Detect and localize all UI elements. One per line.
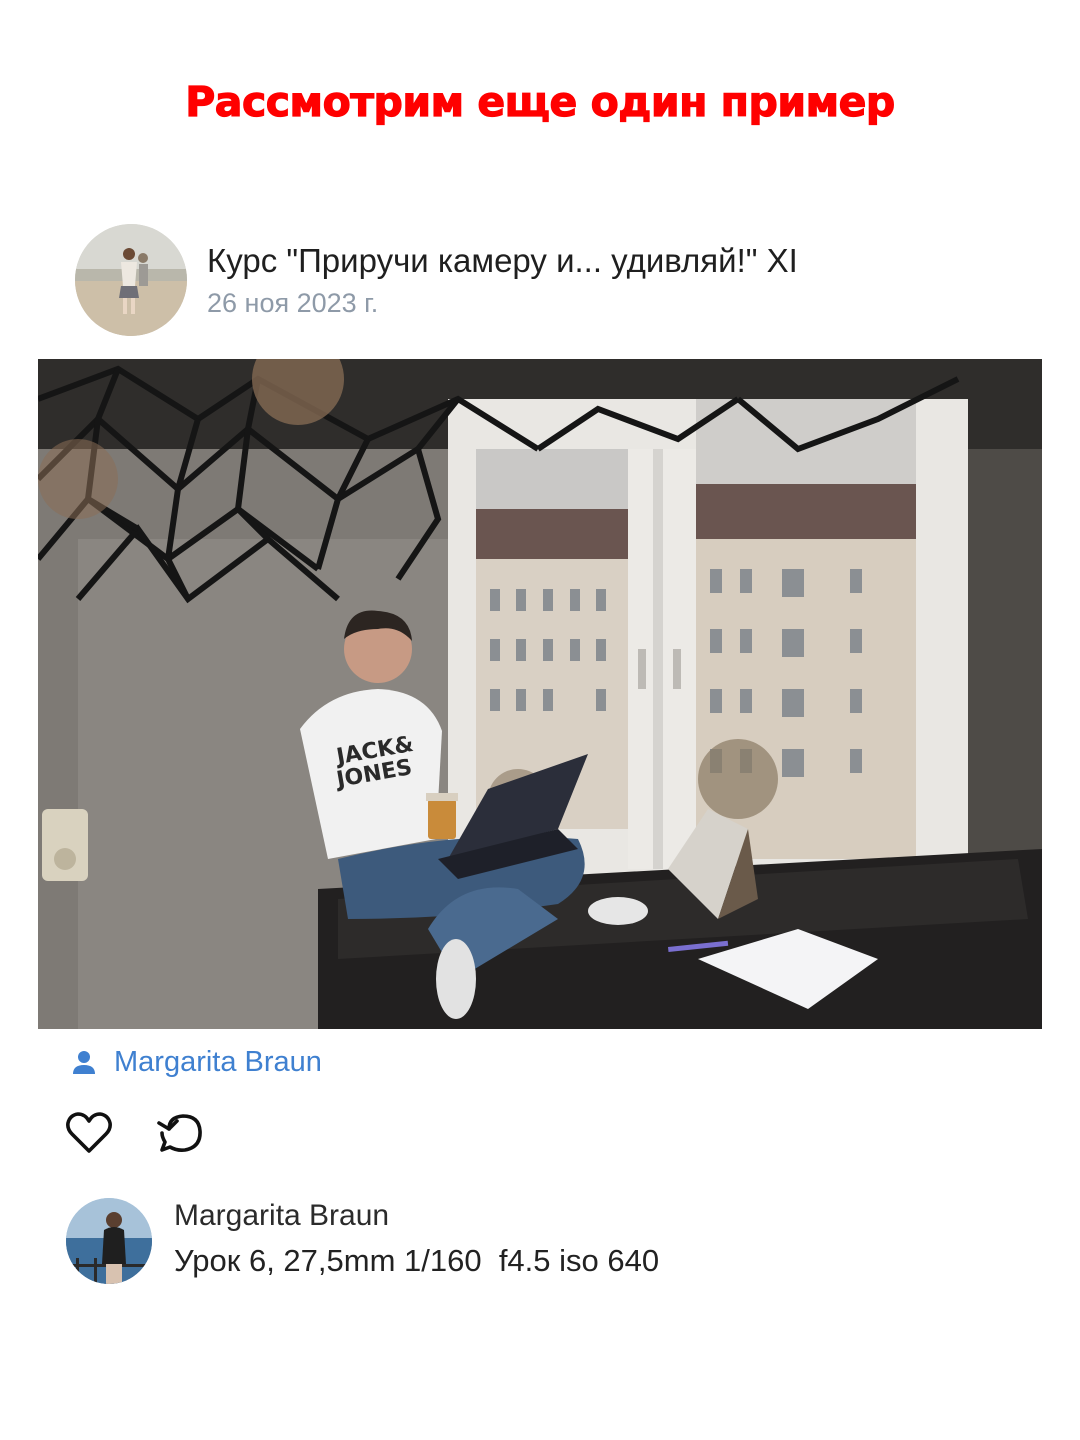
post-title[interactable]: Курс "Приручи камеру и... удивляй!" XI [207, 241, 798, 281]
comment-text: Урок 6, 27,5mm 1/160 f4.5 iso 640 [174, 1243, 660, 1278]
comment: Margarita Braun Урок 6, 27,5mm 1/160 f4.… [66, 1198, 659, 1284]
repost-icon [157, 1114, 202, 1152]
repost-button[interactable] [156, 1108, 206, 1158]
post-header: Курс "Приручи камеру и... удивляй!" XI 2… [75, 224, 798, 336]
post-photo[interactable]: JACK& JONES [38, 359, 1042, 1029]
heart-icon [66, 1112, 112, 1153]
author-link[interactable]: Margarita Braun [114, 1044, 322, 1080]
group-avatar[interactable] [75, 224, 187, 336]
post-meta: Курс "Приручи камеру и... удивляй!" XI 2… [207, 241, 798, 319]
post-actions [64, 1108, 206, 1158]
person-icon [73, 1051, 95, 1074]
comment-author[interactable]: Margarita Braun [174, 1198, 659, 1234]
comment-avatar[interactable] [66, 1198, 152, 1284]
post-date: 26 ноя 2023 г. [207, 288, 379, 318]
banner-heading: Рассмотрим еще один пример [185, 77, 896, 126]
comment-body: Margarita Braun Урок 6, 27,5mm 1/160 f4.… [174, 1198, 659, 1284]
photo-author[interactable]: Margarita Braun [70, 1044, 322, 1080]
like-button[interactable] [64, 1108, 114, 1158]
